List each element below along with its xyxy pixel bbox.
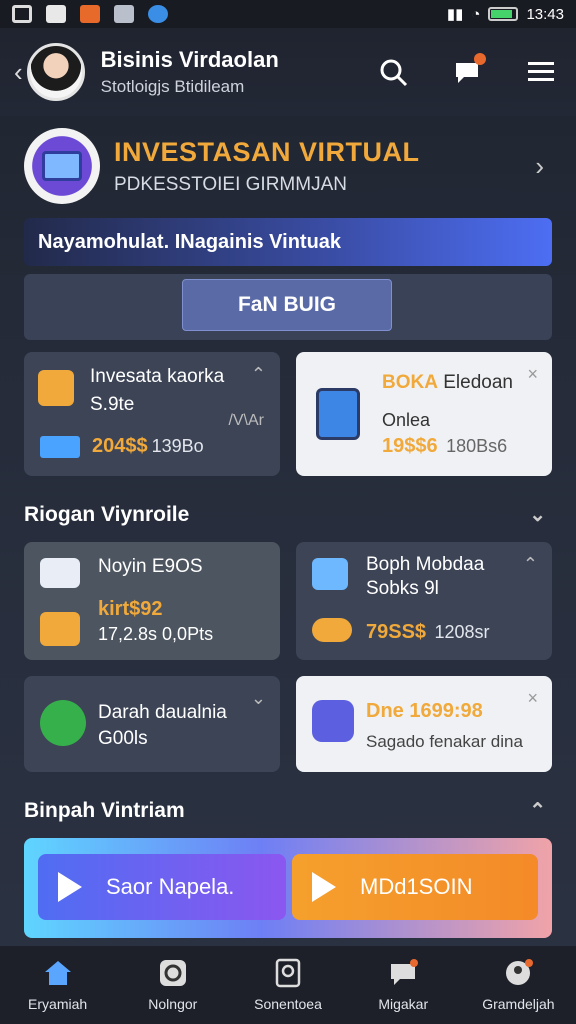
card-value: 79SS$ <box>366 621 427 643</box>
section-title: Riogan Viynroile <box>24 502 190 526</box>
app-icon <box>80 5 100 23</box>
card-value: Dne 1699:98 <box>366 700 483 722</box>
home-icon <box>43 958 73 988</box>
investment-card[interactable]: Noyin E9OS kirt$92 17,2.8s 0,0Pts <box>24 542 280 660</box>
investment-card[interactable]: Dne 1699:98 Sagado fenakar dina × <box>296 676 552 772</box>
battery-icon <box>488 7 519 21</box>
nav-label: Migakar <box>378 996 429 1012</box>
signal-icon: ▮▮ <box>446 6 464 23</box>
play-button-label: MDd1SOIN <box>360 874 473 899</box>
header-title: Bisinis Virdaolan <box>100 47 279 72</box>
play-button[interactable]: MDd1SOIN <box>292 854 538 920</box>
nav-label: Sonentoea <box>254 996 322 1012</box>
refresh-icon <box>158 958 188 988</box>
avatar[interactable] <box>26 43 85 101</box>
section-title: Binpah Vintriam <box>24 798 185 822</box>
nav-label: Eryamiah <box>28 996 88 1012</box>
menu-icon[interactable] <box>526 57 556 87</box>
investment-logo-icon <box>24 128 100 204</box>
hero-title: INVESTASAN VIRTUAL <box>114 136 420 167</box>
nav-label: Gramdeljah <box>482 996 555 1012</box>
nav-item-refresh[interactable]: Nolngor <box>115 946 230 1024</box>
card-highlight: BOKA <box>382 372 438 393</box>
card-title: Darah daualnia <box>98 702 227 723</box>
chart-icon <box>40 435 80 458</box>
play-icon <box>312 872 336 902</box>
chevron-up-icon[interactable]: ⌃ <box>251 364 266 385</box>
nav-item-messages[interactable]: Migakar <box>346 946 461 1024</box>
chevron-up-icon[interactable]: ⌃ <box>529 798 546 823</box>
notification-badge <box>474 53 486 65</box>
gallery-icon <box>114 5 134 23</box>
chat-icon[interactable] <box>452 53 486 87</box>
status-bar: ▮▮ ◔ 13:43 <box>0 0 576 28</box>
id-card-icon <box>40 558 80 588</box>
chevron-down-icon[interactable]: ⌄ <box>529 502 546 527</box>
bottom-navigation: Eryamiah Nolngor Sonentoea Migakar Gramd… <box>0 946 576 1024</box>
card-subtitle: G00ls <box>98 728 148 749</box>
notification-icon <box>12 5 32 23</box>
document-icon <box>40 612 80 646</box>
card-value: 19$$6 <box>382 435 438 457</box>
card-title: Noyin E9OS <box>98 556 203 577</box>
card-subtitle: Sagado fenakar dina <box>366 732 523 751</box>
status-time: 13:43 <box>526 5 564 23</box>
search-doc-icon <box>273 958 303 988</box>
coin-icon <box>312 618 352 642</box>
info-banner[interactable]: Nayamohulat. INagainis Vintuak <box>24 218 552 266</box>
card-value: kirt$92 <box>98 598 163 620</box>
hero-subtitle: PDKESSTOIEI GIRMMJAN <box>114 173 347 195</box>
close-icon[interactable]: × <box>527 688 538 709</box>
fund-button-label: FaN BUIG <box>237 293 336 316</box>
app-icon <box>46 5 66 23</box>
tablet-icon <box>316 388 360 440</box>
section-header[interactable]: Riogan Viynroile ⌄ <box>24 502 552 527</box>
wallet-check-icon <box>40 700 86 746</box>
play-button-label: Saor Napela. <box>106 874 235 899</box>
card-subtitle: Sobks 9l <box>366 578 439 599</box>
nav-label: Nolngor <box>148 996 198 1012</box>
investment-card[interactable]: Boph Mobdaa Sobks 9l ⌃ 79SS$ 1208sr <box>296 542 552 660</box>
browser-icon <box>148 5 168 23</box>
nav-item-search[interactable]: Sonentoea <box>230 946 345 1024</box>
chat-icon <box>388 958 419 988</box>
nav-item-profile[interactable]: Gramdeljah <box>461 946 576 1024</box>
wifi-icon: ◔ <box>471 5 481 23</box>
chat-bubble-icon <box>312 558 348 590</box>
card-value: 204$$ <box>92 435 148 457</box>
card-value-secondary: 139Bo <box>151 436 204 456</box>
banner-text: Nayamohulat. INagainis Vintuak <box>38 230 342 253</box>
wallet-icon <box>38 370 74 406</box>
investment-card[interactable]: Darah daualnia G00ls ⌄ <box>24 676 280 772</box>
card-value-secondary: 1208sr <box>434 622 490 642</box>
card-title: Boph Mobdaa <box>366 554 485 575</box>
investment-card[interactable]: BOKA Eledoan × Onlea 19$$6 180Bs6 <box>296 352 552 476</box>
video-panel: Saor Napela. MDd1SOIN <box>24 838 552 938</box>
app-logo-icon <box>312 700 354 742</box>
hero-card[interactable]: INVESTASAN VIRTUAL PDKESSTOIEI GIRMMJAN … <box>24 124 552 208</box>
nav-item-home[interactable]: Eryamiah <box>0 946 115 1024</box>
card-title: Invesata kaorka <box>90 366 225 387</box>
close-icon[interactable]: × <box>527 364 538 385</box>
card-value-secondary: 17,2.8s 0,0Pts <box>98 624 214 644</box>
header-subtitle: Stotloigjs Btidileam <box>100 77 245 96</box>
investment-card[interactable]: Invesata kaorka S.9te ⌃ /V\Ar 204$$ 139B… <box>24 352 280 476</box>
fund-button[interactable]: FaN BUIG <box>182 279 392 331</box>
search-icon[interactable] <box>378 57 408 87</box>
chevron-right-icon[interactable]: › <box>535 151 544 182</box>
play-button[interactable]: Saor Napela. <box>38 854 286 920</box>
card-subtitle: Onlea <box>382 410 431 430</box>
card-value-secondary: 180Bs6 <box>446 436 508 456</box>
chevron-up-icon[interactable]: ⌃ <box>523 554 538 575</box>
section-header[interactable]: Binpah Vintriam ⌃ <box>24 798 552 823</box>
card-extra: /V\Ar <box>228 412 264 429</box>
play-icon <box>58 872 82 902</box>
app-header: ‹ Bisinis Virdaolan Stotloigjs Btidileam <box>0 28 576 116</box>
back-icon[interactable]: ‹ <box>14 57 23 88</box>
chevron-down-icon[interactable]: ⌄ <box>251 688 266 709</box>
card-subtitle: S.9te <box>90 394 135 415</box>
card-title: Eledoan <box>443 372 513 393</box>
profile-icon <box>503 958 534 988</box>
fund-panel: FaN BUIG <box>24 274 552 340</box>
